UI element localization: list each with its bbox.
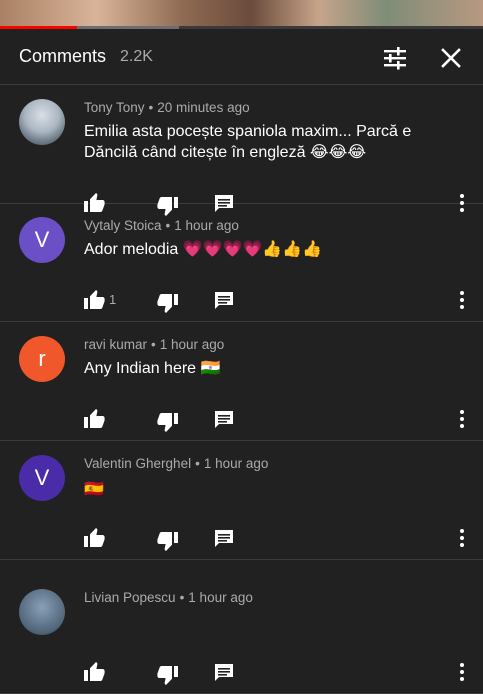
comment-time: 20 minutes ago <box>157 100 250 115</box>
dislike-button[interactable] <box>156 291 180 315</box>
close-icon <box>441 48 461 68</box>
sort-filter-button[interactable] <box>380 43 410 73</box>
more-vert-icon <box>460 529 464 547</box>
comment-emojis: 🇮🇳 <box>200 360 221 377</box>
avatar[interactable]: V <box>19 217 65 263</box>
separator-dot: • <box>179 590 185 605</box>
comment-meta: Valentin Gherghel • 1 hour ago <box>84 456 268 471</box>
comments-header: Comments 2.2K <box>0 29 483 85</box>
comment-author[interactable]: Tony Tony <box>84 100 145 115</box>
separator-dot: • <box>195 456 200 471</box>
comments-count: 2.2K <box>120 48 153 65</box>
comment-author[interactable]: Livian Popescu <box>84 590 176 605</box>
comment-meta: Tony Tony • 20 minutes ago <box>84 100 250 115</box>
comment-item: r ravi kumar • 1 hour ago Any Indian here … <box>0 322 483 441</box>
comment-author[interactable]: Vytaly Stoica <box>84 218 162 233</box>
reply-button[interactable] <box>212 660 236 684</box>
comment-time: 1 hour ago <box>174 218 239 233</box>
close-button[interactable] <box>436 43 466 73</box>
separator-dot: • <box>165 218 171 233</box>
more-vert-icon <box>460 291 464 309</box>
thumb-down-icon <box>157 666 178 685</box>
comment-text-content: Any Indian here <box>84 360 197 377</box>
thumb-down-icon <box>157 532 178 551</box>
comment-item: V Valentin Gherghel • 1 hour ago 🇪🇸 <box>0 441 483 560</box>
comment-icon <box>215 292 233 309</box>
thumb-up-icon <box>84 290 105 309</box>
more-options-button[interactable] <box>450 526 474 550</box>
like-button[interactable] <box>82 526 106 550</box>
comment-time: 1 hour ago <box>188 590 253 605</box>
more-vert-icon <box>460 663 464 681</box>
more-options-button[interactable] <box>450 660 474 684</box>
comment-emojis: 💗💗💗💗👍👍👍 <box>182 241 323 258</box>
comment-emojis: 😂😂😂 <box>309 144 367 161</box>
avatar-letter: V <box>34 227 50 252</box>
comment-text: Emilia asta pocește spaniola maxim... Pa… <box>84 121 414 163</box>
comment-icon <box>215 411 233 428</box>
comment-text-content: Ador melodia <box>84 241 179 258</box>
comment-text: Any Indian here 🇮🇳 <box>84 358 464 379</box>
avatar[interactable] <box>19 99 65 145</box>
avatar-letter: r <box>38 346 46 371</box>
comment-item: Tony Tony • 20 minutes ago Emilia asta poc… <box>0 85 483 216</box>
thumb-up-icon <box>84 528 105 547</box>
more-options-button[interactable] <box>450 288 474 312</box>
dislike-button[interactable] <box>156 410 180 434</box>
video-player-thumbnail[interactable] <box>0 0 483 26</box>
separator-dot: • <box>151 337 156 352</box>
thumb-up-icon <box>84 409 105 428</box>
comment-time: 1 hour ago <box>203 456 269 471</box>
comment-item: V Vytaly Stoica • 1 hour ago Ador melodia … <box>0 203 483 322</box>
comment-meta: Livian Popescu • 1 hour ago <box>84 590 253 605</box>
more-options-button[interactable] <box>450 407 474 431</box>
comment-item: Livian Popescu • 1 hour ago <box>0 575 483 694</box>
avatar[interactable] <box>19 589 65 635</box>
avatar[interactable]: V <box>19 455 65 501</box>
comment-meta: ravi kumar • 1 hour ago <box>84 337 224 352</box>
comment-icon <box>215 530 233 547</box>
reply-button[interactable] <box>212 526 236 550</box>
like-count: 1 <box>109 292 117 307</box>
reply-button[interactable] <box>212 407 236 431</box>
dislike-button[interactable] <box>156 529 180 553</box>
avatar-letter: V <box>34 465 50 490</box>
comment-meta: Vytaly Stoica • 1 hour ago <box>84 218 239 233</box>
thumb-down-icon <box>157 413 178 432</box>
thumb-up-icon <box>84 662 105 681</box>
comment-time: 1 hour ago <box>159 337 225 352</box>
comment-icon <box>215 664 233 681</box>
comment-emojis: 🇪🇸 <box>84 481 104 498</box>
more-vert-icon <box>460 410 464 428</box>
like-button[interactable] <box>82 660 106 684</box>
comments-title: Comments <box>19 46 107 66</box>
avatar[interactable]: r <box>19 336 65 382</box>
comment-text: 🇪🇸 <box>84 479 464 500</box>
comment-author[interactable]: Valentin Gherghel <box>84 456 191 471</box>
sort-filter-icon <box>384 47 406 70</box>
thumb-down-icon <box>157 294 178 313</box>
comment-author[interactable]: ravi kumar <box>84 337 147 352</box>
dislike-button[interactable] <box>156 663 180 687</box>
reply-button[interactable] <box>212 288 236 312</box>
separator-dot: • <box>148 100 154 115</box>
comment-text: Ador melodia 💗💗💗💗👍👍👍 <box>84 239 464 260</box>
like-button[interactable] <box>82 407 106 431</box>
like-button[interactable] <box>82 288 106 312</box>
